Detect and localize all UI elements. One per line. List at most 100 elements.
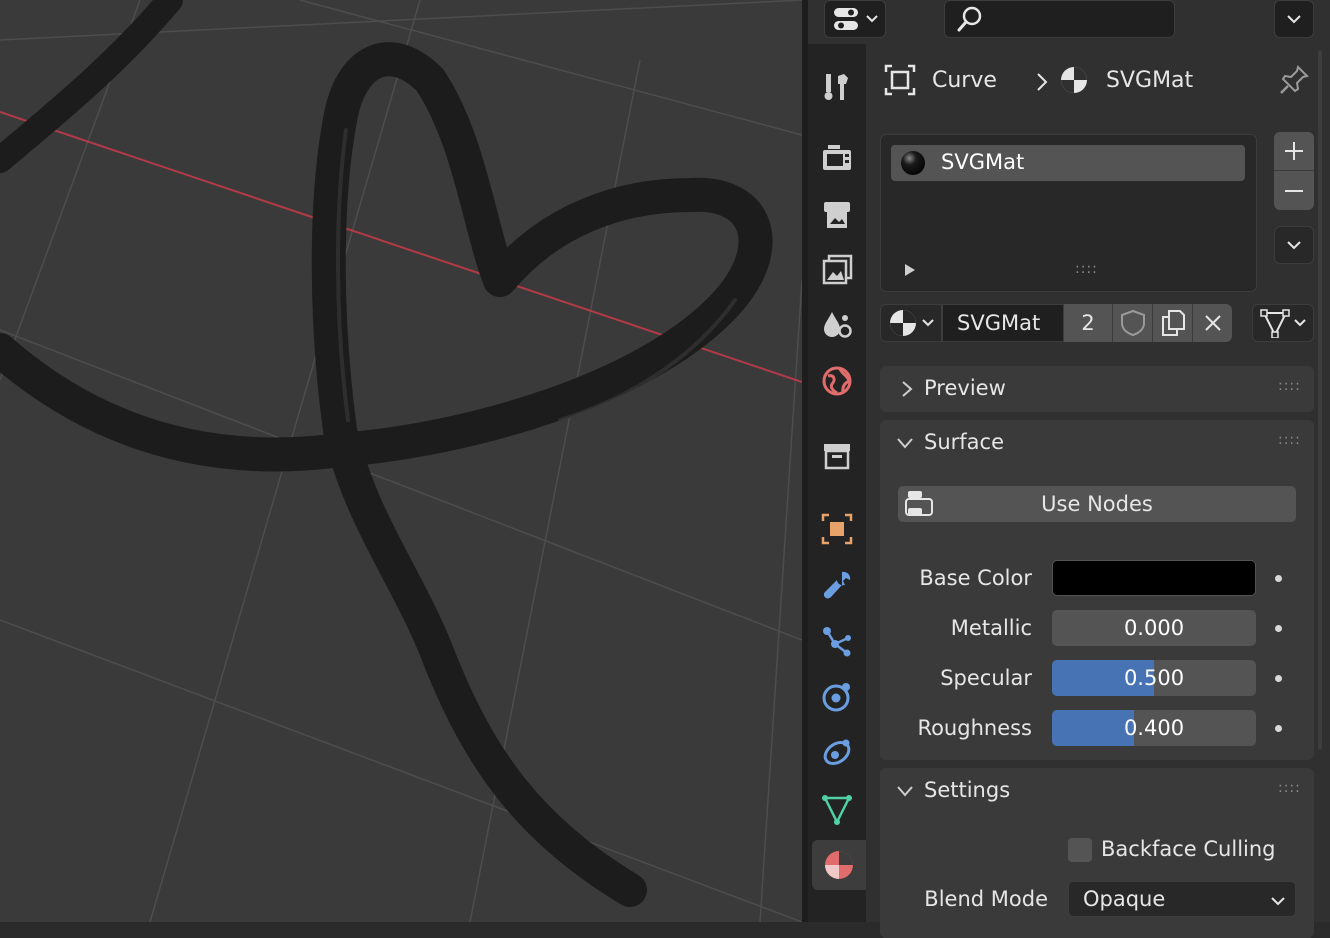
metallic-slider[interactable]: 0.000 bbox=[1052, 610, 1256, 646]
section-title: Settings bbox=[924, 778, 1011, 802]
viewport-canvas bbox=[0, 0, 802, 922]
drag-grip[interactable]: :::: bbox=[1278, 432, 1301, 448]
specular-label: Specular bbox=[940, 666, 1032, 690]
base-color-field[interactable] bbox=[1052, 560, 1256, 596]
section-title: Preview bbox=[924, 376, 1006, 400]
tab-particles[interactable] bbox=[814, 616, 860, 666]
preview-panel[interactable]: Preview :::: bbox=[880, 366, 1314, 412]
search-input[interactable] bbox=[989, 7, 1163, 33]
roughness-slider[interactable]: 0.400 bbox=[1052, 710, 1256, 746]
tab-view-layer[interactable] bbox=[814, 244, 860, 294]
slot-specials-button[interactable] bbox=[1274, 226, 1314, 264]
chevron-down-icon[interactable] bbox=[896, 436, 914, 450]
particles-icon bbox=[823, 627, 851, 657]
minus-icon bbox=[1285, 189, 1303, 192]
browse-material-button[interactable] bbox=[880, 304, 942, 342]
triangle-right-icon[interactable] bbox=[903, 263, 917, 277]
material-icon bbox=[890, 310, 916, 336]
keyframe-dot[interactable] bbox=[1275, 675, 1282, 682]
user-count: 2 bbox=[1081, 311, 1095, 335]
shield-icon bbox=[1120, 309, 1145, 337]
surface-panel: Surface :::: Use Nodes Base Color Metall… bbox=[880, 420, 1314, 760]
backface-culling-checkbox[interactable] bbox=[1068, 838, 1092, 862]
use-nodes-button[interactable]: Use Nodes bbox=[898, 486, 1296, 522]
blend-mode-dropdown[interactable]: Opaque bbox=[1068, 881, 1296, 917]
duplicate-material-button[interactable] bbox=[1152, 304, 1192, 342]
close-icon bbox=[1204, 315, 1221, 331]
constraints-icon bbox=[823, 739, 851, 765]
editor-type-button[interactable] bbox=[824, 0, 886, 38]
properties-header bbox=[808, 0, 1330, 44]
chevron-down-icon bbox=[1271, 897, 1285, 906]
tab-physics[interactable] bbox=[814, 672, 860, 722]
render-icon bbox=[823, 145, 851, 170]
curve-data-icon bbox=[822, 795, 852, 825]
world-icon bbox=[822, 366, 852, 396]
drag-grip[interactable]: :::: bbox=[1278, 378, 1301, 394]
object-icon bbox=[821, 513, 853, 545]
editor-type-icon bbox=[834, 8, 858, 30]
tab-constraints[interactable] bbox=[814, 728, 860, 778]
tab-output[interactable] bbox=[814, 190, 860, 240]
search-field[interactable] bbox=[944, 0, 1175, 38]
tab-world[interactable] bbox=[814, 356, 860, 406]
chevron-down-icon bbox=[1294, 319, 1306, 327]
tab-data[interactable] bbox=[814, 784, 860, 834]
tab-collection[interactable] bbox=[814, 430, 860, 480]
blend-mode-label: Blend Mode bbox=[924, 887, 1048, 911]
chevron-down-icon[interactable] bbox=[896, 784, 914, 798]
keyframe-dot[interactable] bbox=[1275, 625, 1282, 632]
scrollbar[interactable] bbox=[1318, 50, 1322, 750]
keyframe-dot[interactable] bbox=[1275, 725, 1282, 732]
slot-buttons bbox=[1274, 132, 1314, 210]
tab-modifiers[interactable] bbox=[814, 560, 860, 610]
node-tree-icon bbox=[905, 491, 933, 516]
tab-tool[interactable] bbox=[814, 62, 860, 112]
breadcrumb-material: SVGMat bbox=[1106, 68, 1194, 93]
blend-mode-value: Opaque bbox=[1083, 887, 1166, 911]
breadcrumb-object: Curve bbox=[932, 68, 997, 93]
add-slot-button[interactable] bbox=[1274, 132, 1314, 171]
curve-object bbox=[0, 0, 773, 907]
wrench-icon bbox=[823, 571, 851, 599]
3d-viewport[interactable] bbox=[0, 0, 802, 922]
material-icon bbox=[825, 851, 853, 879]
slot-name: SVGMat bbox=[941, 150, 1025, 174]
material-sphere-icon bbox=[901, 151, 925, 175]
properties-editor: Curve SVGMat SVGMat :::: SVGMat 2 Previe… bbox=[808, 0, 1330, 938]
base-color-label: Base Color bbox=[919, 566, 1032, 590]
tab-material[interactable] bbox=[812, 840, 866, 890]
roughness-label: Roughness bbox=[917, 716, 1032, 740]
collection-icon bbox=[824, 444, 850, 470]
material-name: SVGMat bbox=[957, 311, 1041, 335]
tab-object[interactable] bbox=[814, 504, 860, 554]
material-slot-list[interactable]: SVGMat :::: bbox=[880, 134, 1257, 292]
backface-culling-label: Backface Culling bbox=[1101, 837, 1276, 861]
material-name-field[interactable]: SVGMat bbox=[942, 304, 1064, 342]
tab-render[interactable] bbox=[814, 134, 860, 184]
list-item[interactable]: SVGMat bbox=[891, 145, 1245, 181]
pin-icon[interactable] bbox=[1278, 64, 1310, 96]
keyframe-dot[interactable] bbox=[1275, 575, 1282, 582]
remove-slot-button[interactable] bbox=[1274, 171, 1314, 210]
duplicate-icon bbox=[1161, 310, 1185, 336]
fake-user-button[interactable] bbox=[1112, 304, 1152, 342]
chevron-down-icon bbox=[1287, 241, 1301, 250]
options-menu-button[interactable] bbox=[1274, 0, 1314, 38]
user-count-button[interactable]: 2 bbox=[1064, 304, 1112, 342]
properties-tabs bbox=[808, 44, 866, 922]
metallic-label: Metallic bbox=[950, 616, 1032, 640]
specular-slider[interactable]: 0.500 bbox=[1052, 660, 1256, 696]
chevron-down-icon bbox=[866, 15, 878, 23]
mesh-data-icon bbox=[1260, 309, 1290, 338]
grid-lines bbox=[0, 0, 802, 922]
chevron-right-icon bbox=[1037, 73, 1048, 91]
resize-grip[interactable]: :::: bbox=[1075, 261, 1098, 277]
specular-value: 0.500 bbox=[1123, 666, 1185, 690]
use-nodes-label: Use Nodes bbox=[1041, 492, 1153, 516]
link-type-button[interactable] bbox=[1252, 304, 1314, 342]
drag-grip[interactable]: :::: bbox=[1278, 780, 1301, 796]
tab-scene[interactable] bbox=[814, 300, 860, 350]
chevron-right-icon bbox=[902, 381, 913, 397]
unlink-material-button[interactable] bbox=[1192, 304, 1232, 342]
